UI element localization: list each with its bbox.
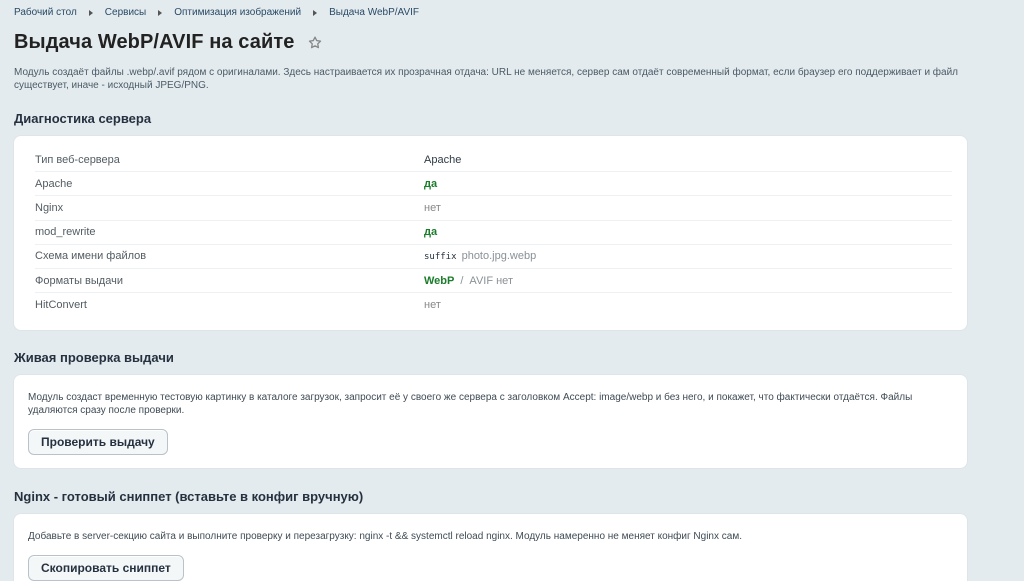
check-output-button[interactable]: Проверить выдачу: [28, 429, 168, 455]
breadcrumb: Рабочий стол Сервисы Оптимизация изображ…: [14, 7, 419, 18]
mod-rewrite-label: mod_rewrite: [35, 220, 424, 245]
hitconvert-status-value: нет: [424, 298, 441, 311]
breadcrumb-current-page: Выдача WebP/AVIF: [329, 7, 420, 18]
file-name-scheme-value: suffix photo.jpg.webp: [424, 244, 952, 269]
nginx-snippet-description: Добавьте в server-секцию сайта и выполни…: [28, 531, 742, 542]
star-icon[interactable]: [307, 35, 323, 51]
nginx-label: Nginx: [35, 195, 424, 221]
chevron-right-icon: [158, 9, 163, 16]
copy-snippet-button[interactable]: Скопировать сниппет: [28, 555, 184, 581]
live-check-card: Модуль создаст временную тестовую картин…: [14, 375, 967, 468]
table-row: mod_rewrite да: [35, 220, 952, 245]
file-name-scheme-label: Схема имени файлов: [35, 244, 424, 269]
output-formats-label: Форматы выдачи: [35, 268, 424, 294]
page-description: Модуль создаёт файлы .webp/.avif рядом с…: [14, 67, 959, 91]
nginx-status-value: нет: [424, 195, 952, 221]
breadcrumb-image-optimization-link[interactable]: Оптимизация изображений: [174, 7, 301, 18]
file-name-scheme-code: suffix: [424, 252, 457, 263]
nginx-snippet-section-title: Nginx - готовый сниппет (вставьте в конф…: [14, 489, 364, 504]
page-title-row: Выдача WebP/AVIF на сайте: [14, 31, 323, 54]
table-row: Форматы выдачи WebP / AVIF нет: [35, 268, 952, 294]
nginx-snippet-card: Добавьте в server-секцию сайта и выполни…: [14, 514, 967, 581]
apache-status-value: да: [424, 171, 952, 197]
hitconvert-label: HitConvert: [35, 298, 87, 311]
table-row: Тип веб-сервера Apache: [35, 148, 952, 173]
output-formats-value: WebP / AVIF нет: [424, 268, 952, 294]
web-server-type-label: Тип веб-сервера: [35, 148, 424, 173]
live-check-section-title: Живая проверка выдачи: [14, 350, 174, 365]
live-check-description: Модуль создаст временную тестовую картин…: [28, 392, 913, 416]
avif-format-status: AVIF нет: [469, 274, 513, 287]
web-server-type-value: Apache: [424, 148, 952, 173]
table-row: Nginx нет: [35, 195, 952, 221]
chevron-right-icon: [313, 9, 318, 16]
apache-label: Apache: [35, 171, 424, 197]
server-diagnostics-card: Тип веб-сервера Apache Apache да Nginx н…: [14, 136, 967, 330]
mod-rewrite-status-value: да: [424, 220, 952, 245]
diagnostics-section-title: Диагностика сервера: [14, 111, 152, 126]
table-row: HitConvert нет: [35, 293, 952, 317]
table-row: Apache да: [35, 171, 952, 197]
server-diagnostics-table: Тип веб-сервера Apache Apache да Nginx н…: [35, 148, 952, 316]
breadcrumb-services-link[interactable]: Сервисы: [105, 7, 146, 18]
chevron-right-icon: [88, 9, 93, 16]
table-row: Схема имени файлов suffix photo.jpg.webp: [35, 244, 952, 269]
format-separator: /: [460, 274, 464, 287]
page-title: Выдача WebP/AVIF на сайте: [14, 31, 295, 53]
file-name-scheme-example: photo.jpg.webp: [461, 250, 537, 263]
webp-avif-page: Рабочий стол Сервисы Оптимизация изображ…: [0, 0, 1024, 581]
webp-format-status: WebP: [424, 274, 455, 287]
breadcrumb-dashboard-link[interactable]: Рабочий стол: [14, 7, 77, 18]
